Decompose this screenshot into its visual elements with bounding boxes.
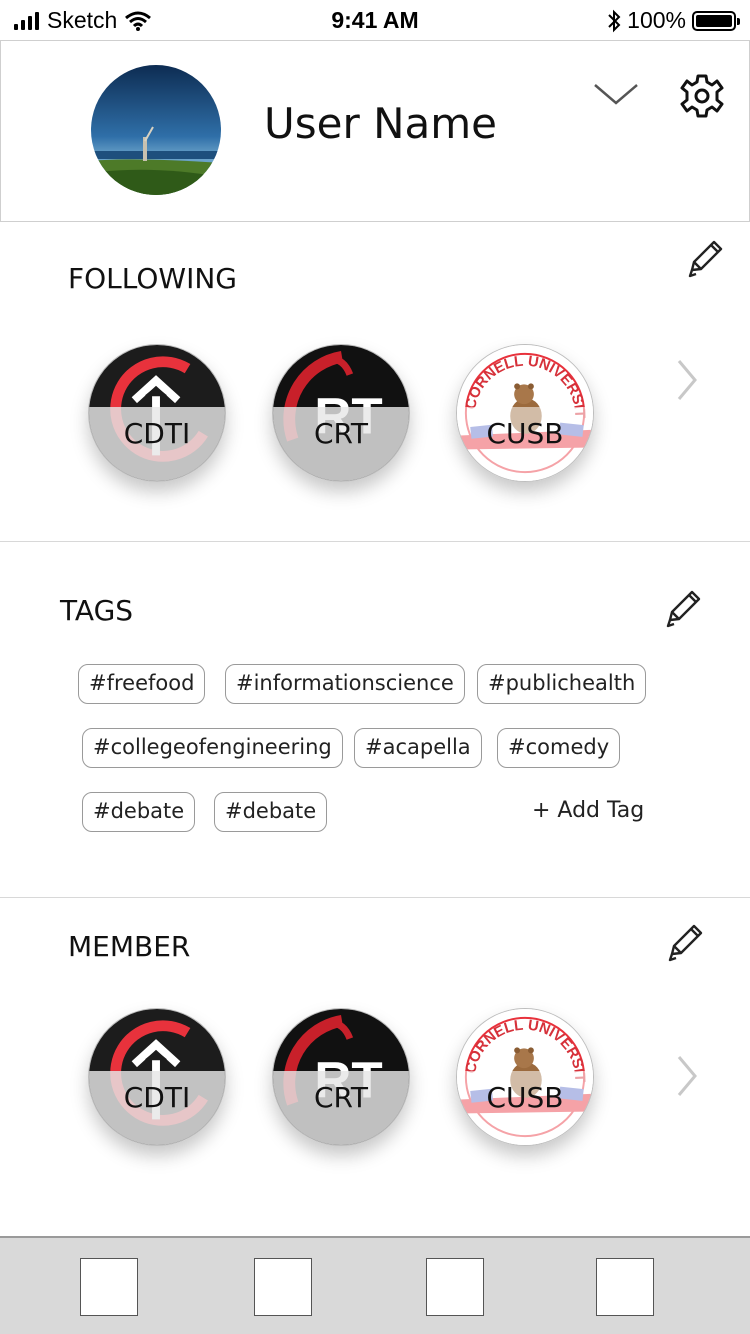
following-orgs: CDTI RT CRT CORNELL UNIVERSITY <box>88 344 594 482</box>
username: User Name <box>264 99 497 148</box>
org-label: CDTI <box>123 417 191 450</box>
tags-section: TAGS #freefood #informationscience #publ… <box>0 542 750 898</box>
section-title-member: MEMBER <box>68 930 191 963</box>
section-title-following: FOLLOWING <box>68 262 237 295</box>
org-label: CUSB <box>486 417 564 450</box>
tag-chip[interactable]: #debate <box>82 792 196 832</box>
chevron-right-icon[interactable] <box>676 1054 698 1098</box>
org-badge-crt[interactable]: RT CRT <box>272 344 410 482</box>
battery-label: 100% <box>627 7 686 33</box>
tag-chip[interactable]: #debate <box>214 792 328 832</box>
org-badge-crt[interactable]: RT CRT <box>272 1008 410 1146</box>
bluetooth-icon <box>608 9 621 32</box>
org-badge-cusb[interactable]: CORNELL UNIVERSITY CUSB <box>456 344 594 482</box>
org-label: CDTI <box>123 1081 191 1114</box>
chevron-right-icon[interactable] <box>676 358 698 402</box>
tab-3[interactable] <box>426 1258 484 1316</box>
add-tag-button[interactable]: + Add Tag <box>532 798 644 823</box>
profile-header: User Name <box>0 40 750 222</box>
status-right: 100% <box>607 7 740 34</box>
member-orgs: CDTI RT CRT CORNELL UNIVERSITY <box>88 1008 594 1146</box>
edit-member-icon[interactable] <box>664 920 708 964</box>
tab-2[interactable] <box>254 1258 312 1316</box>
org-label: CRT <box>313 417 369 450</box>
member-section: MEMBER CDTI RT <box>0 898 750 1236</box>
avatar[interactable] <box>91 65 221 195</box>
tab-bar <box>0 1236 750 1334</box>
tag-chip[interactable]: #collegeofengineering <box>82 728 343 768</box>
tag-chip[interactable]: #freefood <box>78 664 206 704</box>
chevron-down-icon[interactable] <box>593 81 639 107</box>
org-badge-cdti[interactable]: CDTI <box>88 1008 226 1146</box>
org-badge-cdti[interactable]: CDTI <box>88 344 226 482</box>
org-label: CUSB <box>486 1081 564 1114</box>
tag-chip[interactable]: #comedy <box>497 728 621 768</box>
tab-4[interactable] <box>596 1258 654 1316</box>
edit-following-icon[interactable] <box>684 236 728 280</box>
org-label: CRT <box>313 1081 369 1114</box>
section-title-tags: TAGS <box>60 594 134 627</box>
battery-icon <box>692 10 740 31</box>
tag-chip[interactable]: #publichealth <box>477 664 647 704</box>
tag-chip[interactable]: #acapella <box>354 728 482 768</box>
following-section: FOLLOWING CDTI RT <box>0 222 750 542</box>
status-bar: Sketch 9:41 AM 100% <box>0 0 750 40</box>
gear-icon[interactable] <box>679 73 725 119</box>
tab-1[interactable] <box>80 1258 138 1316</box>
edit-tags-icon[interactable] <box>662 586 706 630</box>
tag-chip[interactable]: #informationscience <box>225 664 465 704</box>
org-badge-cusb[interactable]: CORNELL UNIVERSITY CUSB <box>456 1008 594 1146</box>
avatar-photo <box>91 65 221 195</box>
